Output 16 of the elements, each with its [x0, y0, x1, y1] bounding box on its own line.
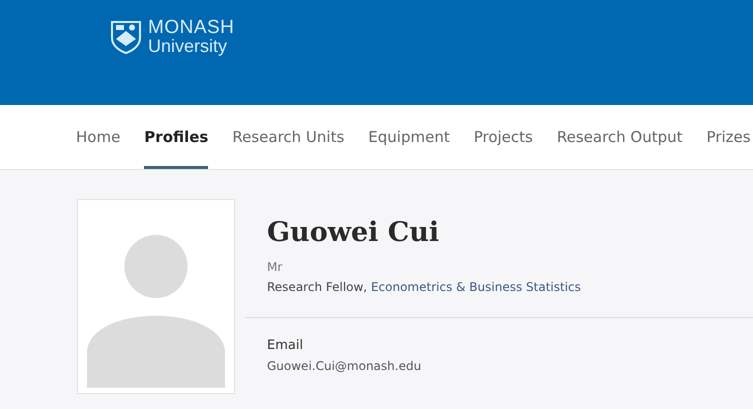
nav-tab[interactable]: Prizes [706, 105, 751, 169]
honorific: Mr [267, 260, 282, 274]
nav-tab[interactable]: Projects [474, 105, 533, 169]
email-address: Guowei.Cui@monash.edu [267, 359, 422, 373]
shield-icon [108, 20, 144, 54]
department-link[interactable]: Econometrics & Business Statistics [370, 280, 581, 294]
position-text: Research Fellow, Econometrics & Business Statistics [267, 280, 581, 294]
email-label: Email [267, 338, 304, 353]
nav-tab[interactable]: Profiles [144, 105, 208, 169]
nav-tab[interactable]: Research Units [232, 105, 344, 169]
logo-wordmark: MONASH [148, 18, 234, 37]
logo-subtitle: University [148, 37, 228, 55]
nav-tab[interactable]: Home [76, 105, 120, 169]
nav-tab[interactable]: Research Output [556, 105, 683, 169]
profile-name: Guowei Cui [266, 217, 440, 248]
nav-tab[interactable]: Equipment [368, 105, 450, 169]
